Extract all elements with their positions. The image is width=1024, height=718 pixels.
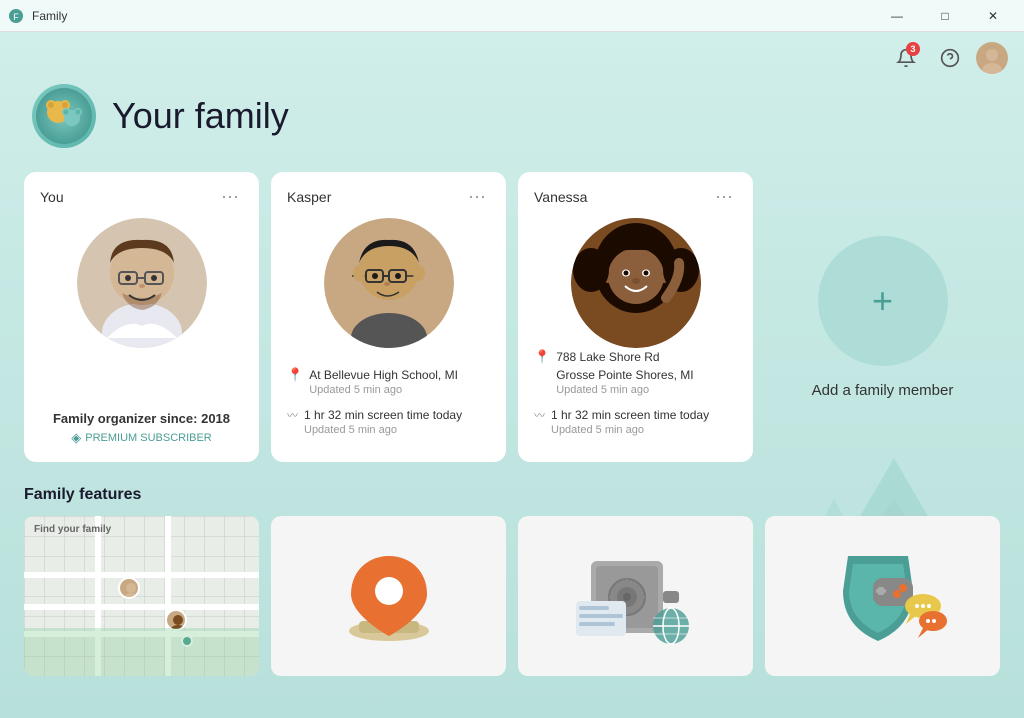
kasper-card-menu-button[interactable]: ⋯ xyxy=(464,188,490,206)
feature-safe-display xyxy=(518,516,753,676)
location-feature-illustration xyxy=(329,536,449,656)
you-card-name: You xyxy=(40,189,64,205)
feature-card-map[interactable]: Find your family xyxy=(24,516,259,676)
minimize-button[interactable]: — xyxy=(874,0,920,32)
kasper-card-name: Kasper xyxy=(287,189,331,205)
premium-label: PREMIUM SUBSCRIBER xyxy=(85,432,212,444)
kasper-location-value: At Bellevue High School, MI xyxy=(309,368,458,382)
vanessa-screen-value: 1 hr 32 min screen time today xyxy=(551,408,709,422)
vanessa-card-menu-button[interactable]: ⋯ xyxy=(711,188,737,206)
titlebar-controls: — □ ✕ xyxy=(874,0,1016,32)
add-member-circle-button[interactable]: + xyxy=(818,236,948,366)
kasper-avatar xyxy=(324,218,454,348)
organizer-text: Family organizer since: 2018 xyxy=(40,411,243,426)
kasper-screen-value: 1 hr 32 min screen time today xyxy=(304,408,462,422)
notifications-button[interactable]: 3 xyxy=(888,40,924,76)
page-title: Your family xyxy=(112,95,289,137)
feature-card-location[interactable] xyxy=(271,516,506,676)
feature-card-safe-browsing[interactable] xyxy=(518,516,753,676)
vanessa-location-value: 788 Lake Shore Rd Grosse Pointe Shores, … xyxy=(556,350,693,382)
you-card-header: You ⋯ xyxy=(40,188,243,206)
vanessa-screen-updated: Updated 5 min ago xyxy=(551,424,709,436)
vanessa-location: 📍 788 Lake Shore Rd Grosse Pointe Shores… xyxy=(534,348,737,396)
notification-badge: 3 xyxy=(906,42,920,56)
vanessa-card-info: 📍 788 Lake Shore Rd Grosse Pointe Shores… xyxy=(534,348,737,446)
kasper-location-text: At Bellevue High School, MI Updated 5 mi… xyxy=(309,366,458,396)
titlebar: F Family — □ ✕ xyxy=(0,0,1024,32)
vanessa-avatar-image xyxy=(571,218,701,348)
feature-location-display xyxy=(271,516,506,676)
bears-icon xyxy=(36,88,92,144)
kasper-card-info: 📍 At Bellevue High School, MI Updated 5 … xyxy=(287,366,490,446)
help-button[interactable] xyxy=(932,40,968,76)
vanessa-location-pin-icon: 📍 xyxy=(534,349,550,365)
app-icon: F xyxy=(8,8,24,24)
topbar: 3 xyxy=(0,32,1024,84)
user-avatar-button[interactable] xyxy=(976,42,1008,74)
member-cards: You ⋯ xyxy=(0,172,1024,462)
map-card-label: Find your family xyxy=(34,524,111,535)
feature-protection-display xyxy=(765,516,1000,676)
titlebar-left: F Family xyxy=(8,8,67,24)
features-grid: Find your family xyxy=(24,516,1000,676)
kasper-location: 📍 At Bellevue High School, MI Updated 5 … xyxy=(287,366,490,396)
svg-text:F: F xyxy=(13,12,19,22)
vanessa-avatar xyxy=(571,218,701,348)
you-card-info: Family organizer since: 2018 ◈ PREMIUM S… xyxy=(40,411,243,446)
safe-browsing-illustration xyxy=(571,541,701,651)
kasper-card: Kasper ⋯ xyxy=(271,172,506,462)
question-icon xyxy=(940,48,960,68)
feature-card-protection[interactable] xyxy=(765,516,1000,676)
feature-map-display: Find your family xyxy=(24,516,259,676)
screen-time-icon: 〰 xyxy=(287,407,298,423)
maximize-button[interactable]: □ xyxy=(922,0,968,32)
you-avatar xyxy=(77,218,207,348)
diamond-icon: ◈ xyxy=(71,430,81,446)
you-card: You ⋯ xyxy=(24,172,259,462)
you-card-menu-button[interactable]: ⋯ xyxy=(217,188,243,206)
vanessa-card: Vanessa ⋯ xyxy=(518,172,753,462)
app-title: Family xyxy=(32,9,67,23)
kasper-screen-time: 〰 1 hr 32 min screen time today Updated … xyxy=(287,406,490,436)
kasper-avatar-image xyxy=(324,218,454,348)
family-logo xyxy=(32,84,96,148)
map-avatar-pin-1 xyxy=(118,577,140,599)
you-avatar-image xyxy=(77,218,207,348)
vanessa-screen-time: 〰 1 hr 32 min screen time today Updated … xyxy=(534,406,737,436)
map-green-area xyxy=(24,628,259,676)
kasper-screen-updated: Updated 5 min ago xyxy=(304,424,462,436)
location-pin-icon: 📍 xyxy=(287,367,303,383)
kasper-screen-text: 1 hr 32 min screen time today Updated 5 … xyxy=(304,406,462,436)
premium-badge: ◈ PREMIUM SUBSCRIBER xyxy=(40,430,243,446)
app-container: 3 xyxy=(0,32,1024,718)
kasper-card-header: Kasper ⋯ xyxy=(287,188,490,206)
kasper-location-updated: Updated 5 min ago xyxy=(309,384,458,396)
topbar-actions: 3 xyxy=(888,40,1008,76)
vanessa-location-text: 788 Lake Shore Rd Grosse Pointe Shores, … xyxy=(556,348,693,396)
add-member-label: Add a family member xyxy=(812,382,954,399)
close-button[interactable]: ✕ xyxy=(970,0,1016,32)
vanessa-screen-time-icon: 〰 xyxy=(534,407,545,423)
vanessa-card-name: Vanessa xyxy=(534,189,587,205)
user-avatar-icon xyxy=(976,42,1008,74)
vanessa-card-header: Vanessa ⋯ xyxy=(534,188,737,206)
add-plus-icon: + xyxy=(872,280,893,322)
vanessa-screen-text: 1 hr 32 min screen time today Updated 5 … xyxy=(551,406,709,436)
vanessa-location-updated: Updated 5 min ago xyxy=(556,384,693,396)
add-member-card[interactable]: + Add a family member xyxy=(765,172,1000,462)
protection-illustration xyxy=(818,536,948,656)
page-header: Your family xyxy=(0,84,1024,172)
